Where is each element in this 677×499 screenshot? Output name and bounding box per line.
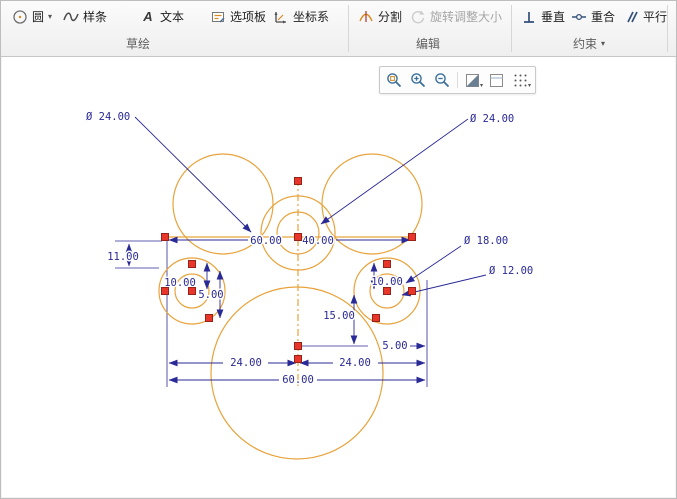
app-window: 圆 ▾ 样条 A 文本 选项板 坐标系 分割 旋转调整大小 垂直 重合 平行 草… (0, 0, 677, 499)
dimension-label[interactable]: Ø 12.00 (488, 264, 535, 279)
dimension-line (134, 116, 252, 233)
ribbon-button-label: 垂直 (541, 10, 566, 24)
display-no-hidden-icon (490, 73, 503, 87)
dimension-label[interactable]: Ø 24.00 (469, 112, 516, 127)
ribbon-button-coincident-constraint[interactable]: 重合 (566, 4, 620, 29)
dimension-label[interactable]: 40.00 (301, 234, 336, 249)
rotate-resize-icon (410, 9, 426, 25)
dimension-line (405, 245, 462, 284)
ribbon-group-edit: 编辑 (416, 37, 441, 51)
vertex-handle[interactable] (372, 314, 380, 322)
ribbon-button-label: 坐标系 (293, 10, 330, 24)
vertex-handle[interactable] (161, 233, 169, 241)
view-toolbar: ▾ ▾ (379, 66, 536, 94)
display-no-hidden-button[interactable] (485, 70, 508, 90)
vertex-handle[interactable] (383, 260, 391, 268)
ribbon-button-label: 样条 (83, 10, 108, 24)
dimension-label[interactable]: 60.00 (281, 373, 316, 388)
grid-snap-button[interactable]: ▾ (509, 70, 532, 90)
vertex-handle[interactable] (188, 287, 196, 295)
vertex-handle[interactable] (383, 287, 391, 295)
vertex-handle[interactable] (294, 342, 302, 350)
ribbon-separator (667, 5, 668, 52)
sketch-drawing: Ø 24.00 Ø 24.0060.00 40.0011.0010.005.0010… (85, 110, 535, 460)
dimension-label[interactable]: 15.00 (322, 309, 357, 324)
coincident-icon (571, 9, 587, 25)
zoom-in-icon (411, 72, 426, 87)
dimension-line (320, 118, 469, 225)
parallel-icon (623, 9, 639, 25)
dimension-label[interactable]: 11.00 (106, 250, 141, 265)
grid-snap-icon (514, 74, 527, 86)
chevron-down-icon: ▾ (601, 38, 606, 48)
ribbon-button-label: 选项板 (230, 10, 267, 24)
zoom-out-icon (435, 72, 450, 87)
dimension-label[interactable]: 5.00 (197, 288, 225, 303)
ribbon-button-label: 圆 (32, 10, 45, 24)
sketch-circle[interactable] (321, 153, 423, 255)
text-icon: A (143, 9, 153, 24)
vertex-handle[interactable] (294, 177, 302, 185)
ribbon-separator (348, 5, 349, 52)
toolbar-separator (457, 72, 458, 88)
ribbon-button-text[interactable]: A 文本 (135, 4, 189, 29)
coordinate-system-icon (273, 9, 289, 25)
ribbon-button-label: 重合 (591, 10, 616, 24)
ribbon-button-label: 分割 (378, 10, 403, 24)
perpendicular-icon (521, 9, 537, 25)
vertex-handle[interactable] (294, 355, 302, 363)
ribbon-group-sketch: 草绘 (126, 37, 151, 51)
zoom-in-button[interactable] (407, 70, 430, 90)
ribbon-button-label: 平行 (643, 10, 668, 24)
zoom-out-button[interactable] (431, 70, 454, 90)
ribbon-separator (511, 5, 512, 52)
circle-icon (12, 9, 28, 25)
chevron-down-icon[interactable]: ▾ (48, 12, 52, 21)
ribbon-button-divide[interactable]: 分割 (353, 4, 407, 29)
vertex-handle[interactable] (161, 287, 169, 295)
ribbon-button-vertical-constraint[interactable]: 垂直 (516, 4, 570, 29)
zoom-window-icon (387, 72, 402, 87)
ribbon-button-label: 文本 (160, 10, 185, 24)
ribbon-button-spline[interactable]: 样条 (58, 4, 112, 29)
vertex-handle[interactable] (188, 260, 196, 268)
zoom-window-button[interactable] (383, 70, 406, 90)
dimension-label[interactable]: 10.00 (370, 275, 405, 290)
vertex-handle[interactable] (408, 287, 416, 295)
dimension-label[interactable]: 60.00 (249, 234, 284, 249)
dimension-label[interactable]: Ø 24.00 (85, 110, 132, 125)
spline-icon (63, 9, 79, 25)
vertex-handle[interactable] (294, 233, 302, 241)
ribbon-button-parallel-constraint[interactable]: 平行 (618, 4, 672, 29)
ribbon-group-constrain[interactable]: 约束 ▾ (573, 35, 605, 52)
display-shaded-button[interactable]: ▾ (461, 70, 484, 90)
sketch-circle[interactable] (210, 286, 384, 460)
dimension-label[interactable]: Ø 18.00 (463, 234, 510, 249)
ribbon-button-circle[interactable]: 圆 ▾ (7, 4, 57, 29)
sketch-canvas[interactable]: Ø 24.00 Ø 24.00 60.00 40.00 11.00 10.00 5.00 10… (2, 57, 675, 497)
dimension-label[interactable]: 5.00 (381, 339, 409, 354)
ribbon-button-palette[interactable]: 选项板 (205, 4, 271, 29)
dimension-label[interactable]: 24.00 (338, 356, 373, 371)
dimension-label[interactable]: 24.00 (229, 356, 264, 371)
ribbon: 圆 ▾ 样条 A 文本 选项板 坐标系 分割 旋转调整大小 垂直 重合 平行 草… (1, 1, 676, 57)
palette-icon (210, 9, 226, 25)
vertex-handle[interactable] (408, 233, 416, 241)
vertex-handle[interactable] (205, 314, 213, 322)
ribbon-button-label: 旋转调整大小 (430, 10, 503, 24)
divide-icon (358, 9, 374, 25)
display-shaded-icon (466, 73, 479, 87)
ribbon-button-csys[interactable]: 坐标系 (268, 4, 334, 29)
ribbon-button-rotate-resize: 旋转调整大小 (405, 4, 507, 29)
